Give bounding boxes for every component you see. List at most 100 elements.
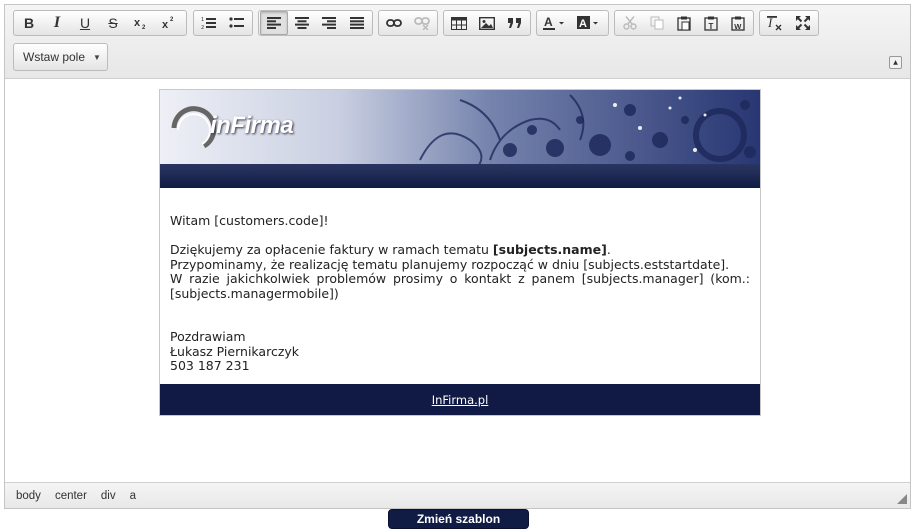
contact-text: W razie jakichkolwiek problemów prosimy …: [170, 271, 750, 301]
quote-icon: [508, 18, 521, 28]
unlink-button[interactable]: [408, 11, 436, 35]
unlink-icon: [414, 17, 430, 30]
signature-phone: 503 187 231: [170, 358, 250, 373]
path-item-body[interactable]: body: [16, 490, 41, 502]
maximize-icon: [796, 16, 810, 30]
align-left-icon: [266, 17, 281, 29]
bulleted-list-icon: [229, 17, 244, 28]
text-color-button[interactable]: A: [538, 11, 572, 35]
align-center-button[interactable]: [288, 11, 316, 35]
alignment-group: [258, 10, 373, 36]
svg-text:A: A: [544, 15, 553, 29]
numbered-list-icon: 12: [201, 17, 216, 30]
caret-down-icon: ▼: [93, 52, 101, 62]
strikethrough-icon: S: [108, 15, 118, 31]
signature-name: Łukasz Piernikarczyk: [170, 343, 300, 359]
insert-field-label: Wstaw pole: [23, 50, 86, 64]
align-center-icon: [294, 17, 309, 29]
subject-name-placeholder: [subjects.name]: [492, 242, 607, 257]
change-template-button[interactable]: Zmień szablon: [388, 509, 529, 529]
bold-icon: B: [23, 15, 35, 31]
svg-text:x: x: [134, 17, 141, 29]
paste-icon: [677, 16, 691, 31]
svg-text:W: W: [735, 22, 743, 31]
rich-text-editor: B I U S x2 x2 12 A A T W I Wstaw pole ▼ …: [4, 4, 911, 509]
superscript-button[interactable]: x2: [155, 11, 183, 35]
footer-link[interactable]: InFirma.pl: [432, 393, 489, 407]
svg-text:T: T: [709, 22, 714, 31]
align-right-button[interactable]: [316, 11, 344, 35]
closing-text: Pozdrawiam: [170, 329, 246, 344]
subscript-icon: x2: [134, 17, 146, 30]
table-icon: [451, 16, 467, 30]
underline-button[interactable]: U: [71, 11, 99, 35]
align-left-button[interactable]: [260, 11, 288, 35]
link-icon: [386, 19, 402, 27]
editor-toolbar: B I U S x2 x2 12 A A T W I Wstaw pole ▼ …: [5, 5, 910, 79]
remove-format-icon: I: [767, 15, 782, 30]
align-justify-icon: [350, 17, 365, 29]
basic-styles-group: B I U S x2 x2: [13, 10, 187, 36]
lists-group: 12: [193, 10, 253, 36]
paste-button[interactable]: [670, 11, 697, 35]
background-color-button[interactable]: A: [572, 11, 606, 35]
insert-field-dropdown[interactable]: Wstaw pole ▼: [13, 43, 108, 71]
svg-text:2: 2: [142, 25, 146, 30]
paste-text-icon: T: [704, 16, 718, 31]
path-item-a[interactable]: a: [130, 490, 136, 502]
clipboard-group: T W: [614, 10, 754, 36]
resize-handle-icon[interactable]: [897, 494, 907, 504]
greeting-text: Witam [customers.code]!: [170, 213, 329, 228]
cut-button[interactable]: [616, 11, 643, 35]
table-button[interactable]: [445, 11, 473, 35]
image-button[interactable]: [473, 11, 501, 35]
paste-from-word-button[interactable]: W: [725, 11, 752, 35]
insert-group: [443, 10, 531, 36]
path-item-div[interactable]: div: [101, 490, 116, 502]
element-path-bar: body center div a: [5, 482, 910, 508]
image-icon: [479, 16, 495, 30]
bold-button[interactable]: B: [15, 11, 43, 35]
bulleted-list-button[interactable]: [223, 11, 251, 35]
text-color-icon: A: [543, 15, 564, 30]
underline-icon: U: [79, 15, 91, 31]
background-color-icon: A: [577, 16, 598, 30]
italic-icon: I: [53, 14, 61, 31]
reminder-text: Przypominamy, że realizację tematu planu…: [170, 256, 730, 272]
svg-text:I: I: [767, 16, 773, 30]
email-template: inFirma Witam [customers.code]! Dziękuje…: [159, 89, 761, 416]
colors-group: A A: [536, 10, 609, 36]
link-button[interactable]: [380, 11, 408, 35]
align-justify-button[interactable]: [343, 11, 371, 35]
svg-text:x: x: [162, 19, 169, 30]
superscript-icon: x2: [162, 17, 174, 30]
strikethrough-button[interactable]: S: [99, 11, 127, 35]
company-logo: inFirma: [210, 112, 294, 139]
collapse-toolbar-button[interactable]: ▲: [889, 56, 902, 69]
svg-text:2: 2: [170, 17, 174, 23]
align-right-icon: [322, 17, 337, 29]
svg-text:2: 2: [201, 25, 204, 30]
thanks-paragraph: Dziękujemy za opłacenie faktury w ramach…: [170, 242, 611, 257]
editor-content-area[interactable]: inFirma Witam [customers.code]! Dziękuje…: [5, 79, 910, 481]
blockquote-button[interactable]: [501, 11, 529, 35]
email-header-banner: inFirma: [160, 90, 760, 164]
copy-button[interactable]: [643, 11, 670, 35]
tools-group: I: [759, 10, 819, 36]
triangle-up-icon: ▲: [893, 59, 898, 66]
paste-text-button[interactable]: T: [698, 11, 725, 35]
path-item-center[interactable]: center: [55, 490, 87, 502]
scissors-icon: [622, 16, 637, 30]
copy-icon: [650, 16, 664, 30]
subscript-button[interactable]: x2: [127, 11, 155, 35]
email-body: Witam [customers.code]! Dziękujemy za op…: [170, 213, 750, 374]
email-footer: InFirma.pl: [160, 384, 760, 415]
maximize-button[interactable]: [789, 11, 817, 35]
italic-button[interactable]: I: [43, 11, 71, 35]
email-navbar: [160, 164, 760, 188]
remove-format-button[interactable]: I: [761, 11, 789, 35]
numbered-list-button[interactable]: 12: [195, 11, 223, 35]
svg-text:A: A: [579, 18, 587, 30]
paste-word-icon: W: [731, 16, 746, 31]
links-group: [378, 10, 438, 36]
